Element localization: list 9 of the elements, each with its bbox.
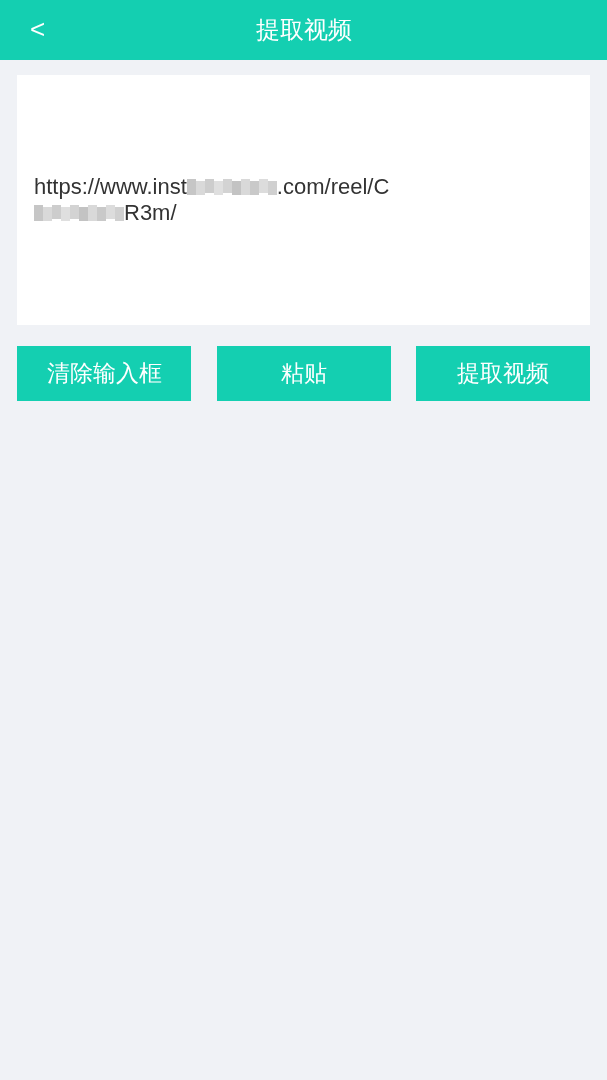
url-text: R3m/ (124, 200, 177, 226)
url-text: https://www.inst (34, 174, 187, 200)
back-button[interactable]: < (26, 14, 50, 44)
action-button[interactable]: 清除输入框 (17, 346, 191, 401)
action-button[interactable]: 提取视频 (416, 346, 590, 401)
url-input-field[interactable]: https://www.inst .com/reel/C R3m/ (17, 75, 590, 325)
action-button[interactable]: 粘贴 (216, 346, 391, 401)
page-title: 提取视频 (255, 15, 352, 46)
url-text: .com/reel/C (276, 174, 390, 200)
